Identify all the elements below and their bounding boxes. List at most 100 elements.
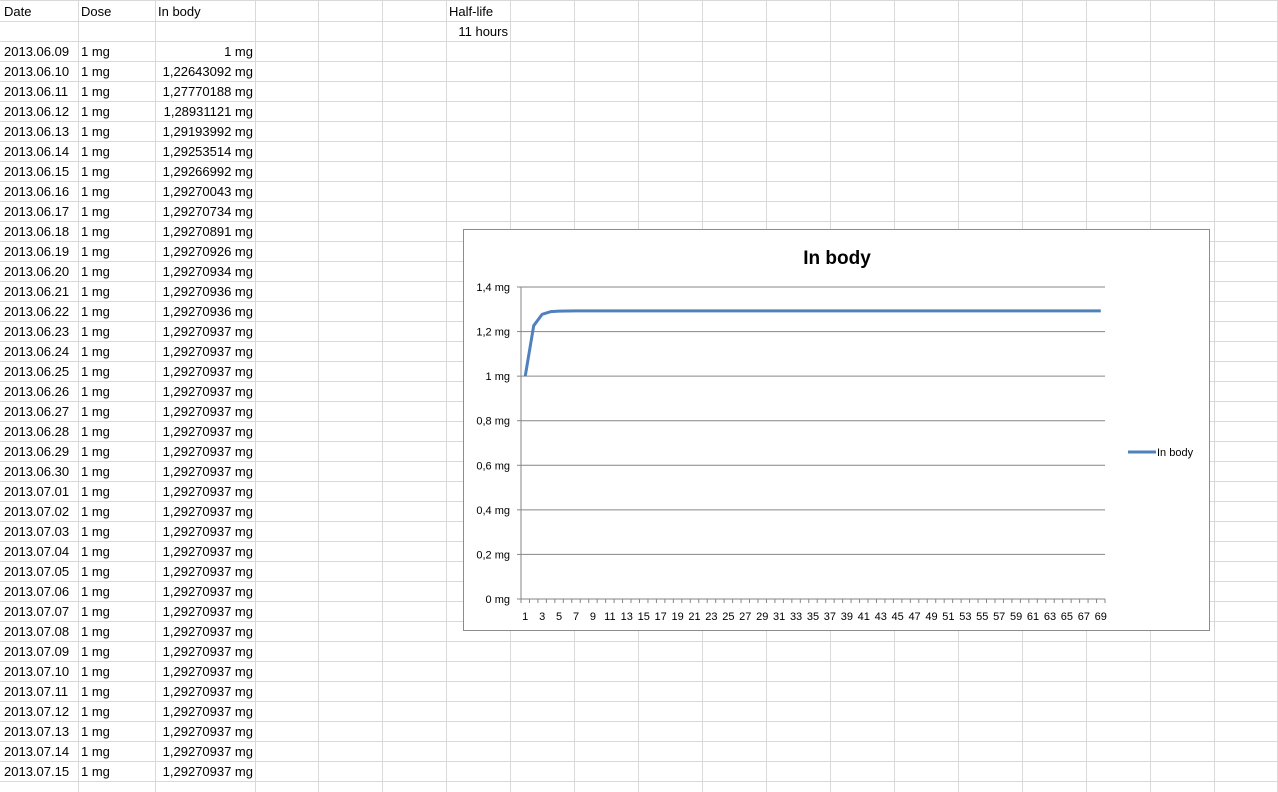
in-body-cell[interactable]: 1,29270937 mg bbox=[155, 582, 253, 602]
in-body-cell[interactable]: 1,29270937 mg bbox=[155, 482, 253, 502]
in-body-cell[interactable]: 1,29270891 mg bbox=[155, 222, 253, 242]
dose-cell[interactable]: 1 mg bbox=[81, 122, 153, 142]
date-cell[interactable]: 2013.06.27 bbox=[4, 402, 76, 422]
date-cell[interactable]: 2013.06.09 bbox=[4, 42, 76, 62]
in-body-chart[interactable]: In body 0 mg 0,2 mg 0,4 mg 0,6 mg 0,8 mg 1 mg… bbox=[463, 229, 1210, 631]
date-cell[interactable]: 2013.07.14 bbox=[4, 742, 76, 762]
dose-cell[interactable]: 1 mg bbox=[81, 302, 153, 322]
date-cell[interactable]: 2013.06.28 bbox=[4, 422, 76, 442]
in-body-cell[interactable]: 1,29270937 mg bbox=[155, 402, 253, 422]
dose-cell[interactable]: 1 mg bbox=[81, 62, 153, 82]
dose-cell[interactable]: 1 mg bbox=[81, 402, 153, 422]
dose-cell[interactable]: 1 mg bbox=[81, 342, 153, 362]
dose-cell[interactable]: 1 mg bbox=[81, 182, 153, 202]
dose-cell[interactable]: 1 mg bbox=[81, 762, 153, 782]
dose-cell[interactable]: 1 mg bbox=[81, 242, 153, 262]
dose-cell[interactable]: 1 mg bbox=[81, 282, 153, 302]
header-half-life-cell[interactable]: Half-life bbox=[449, 2, 509, 22]
date-cell[interactable]: 2013.07.10 bbox=[4, 662, 76, 682]
in-body-cell[interactable]: 1,29253514 mg bbox=[155, 142, 253, 162]
in-body-cell[interactable]: 1 mg bbox=[155, 42, 253, 62]
dose-cell[interactable]: 1 mg bbox=[81, 542, 153, 562]
in-body-cell[interactable]: 1,29270937 mg bbox=[155, 622, 253, 642]
date-cell[interactable]: 2013.07.07 bbox=[4, 602, 76, 622]
header-date-cell[interactable]: Date bbox=[4, 2, 76, 22]
date-cell[interactable]: 2013.06.16 bbox=[4, 182, 76, 202]
date-cell[interactable]: 2013.06.25 bbox=[4, 362, 76, 382]
dose-cell[interactable]: 1 mg bbox=[81, 502, 153, 522]
in-body-cell[interactable]: 1,29270937 mg bbox=[155, 342, 253, 362]
dose-cell[interactable]: 1 mg bbox=[81, 142, 153, 162]
in-body-cell[interactable]: 1,29270937 mg bbox=[155, 742, 253, 762]
date-cell[interactable]: 2013.06.19 bbox=[4, 242, 76, 262]
dose-cell[interactable]: 1 mg bbox=[81, 422, 153, 442]
in-body-cell[interactable]: 1,29270937 mg bbox=[155, 642, 253, 662]
in-body-cell[interactable]: 1,22643092 mg bbox=[155, 62, 253, 82]
in-body-cell[interactable]: 1,29270734 mg bbox=[155, 202, 253, 222]
date-cell[interactable]: 2013.07.02 bbox=[4, 502, 76, 522]
date-cell[interactable]: 2013.07.09 bbox=[4, 642, 76, 662]
dose-cell[interactable]: 1 mg bbox=[81, 562, 153, 582]
spreadsheet-grid[interactable]: Date Dose In body Half-life 11 hours 201… bbox=[0, 0, 1278, 792]
dose-cell[interactable]: 1 mg bbox=[81, 662, 153, 682]
date-cell[interactable]: 2013.06.20 bbox=[4, 262, 76, 282]
in-body-cell[interactable]: 1,29270936 mg bbox=[155, 302, 253, 322]
in-body-cell[interactable]: 1,29270937 mg bbox=[155, 762, 253, 782]
date-cell[interactable]: 2013.06.10 bbox=[4, 62, 76, 82]
in-body-cell[interactable]: 1,29270937 mg bbox=[155, 602, 253, 622]
dose-cell[interactable]: 1 mg bbox=[81, 482, 153, 502]
date-cell[interactable]: 2013.06.15 bbox=[4, 162, 76, 182]
in-body-cell[interactable]: 1,29270937 mg bbox=[155, 462, 253, 482]
in-body-cell[interactable]: 1,29270937 mg bbox=[155, 322, 253, 342]
date-cell[interactable]: 2013.06.11 bbox=[4, 82, 76, 102]
date-cell[interactable]: 2013.06.30 bbox=[4, 462, 76, 482]
in-body-cell[interactable]: 1,29270926 mg bbox=[155, 242, 253, 262]
in-body-cell[interactable]: 1,29270937 mg bbox=[155, 522, 253, 542]
half-life-value-cell[interactable]: 11 hours bbox=[446, 22, 508, 42]
date-cell[interactable]: 2013.06.24 bbox=[4, 342, 76, 362]
in-body-cell[interactable]: 1,29270937 mg bbox=[155, 542, 253, 562]
dose-cell[interactable]: 1 mg bbox=[81, 262, 153, 282]
dose-cell[interactable]: 1 mg bbox=[81, 162, 153, 182]
in-body-cell[interactable]: 1,29270937 mg bbox=[155, 662, 253, 682]
date-cell[interactable]: 2013.07.08 bbox=[4, 622, 76, 642]
in-body-cell[interactable]: 1,29270937 mg bbox=[155, 702, 253, 722]
header-dose-cell[interactable]: Dose bbox=[81, 2, 153, 22]
in-body-cell[interactable]: 1,27770188 mg bbox=[155, 82, 253, 102]
dose-cell[interactable]: 1 mg bbox=[81, 742, 153, 762]
date-cell[interactable]: 2013.06.13 bbox=[4, 122, 76, 142]
dose-cell[interactable]: 1 mg bbox=[81, 602, 153, 622]
dose-cell[interactable]: 1 mg bbox=[81, 382, 153, 402]
dose-cell[interactable]: 1 mg bbox=[81, 102, 153, 122]
in-body-cell[interactable]: 1,29270934 mg bbox=[155, 262, 253, 282]
in-body-cell[interactable]: 1,29270937 mg bbox=[155, 502, 253, 522]
date-cell[interactable]: 2013.06.26 bbox=[4, 382, 76, 402]
dose-cell[interactable]: 1 mg bbox=[81, 362, 153, 382]
dose-cell[interactable]: 1 mg bbox=[81, 202, 153, 222]
dose-cell[interactable]: 1 mg bbox=[81, 82, 153, 102]
date-cell[interactable]: 2013.07.03 bbox=[4, 522, 76, 542]
in-body-cell[interactable]: 1,29193992 mg bbox=[155, 122, 253, 142]
chart-legend[interactable]: In body bbox=[1128, 447, 1194, 459]
date-cell[interactable]: 2013.06.29 bbox=[4, 442, 76, 462]
in-body-cell[interactable]: 1,29270937 mg bbox=[155, 422, 253, 442]
dose-cell[interactable]: 1 mg bbox=[81, 522, 153, 542]
header-in-body-cell[interactable]: In body bbox=[158, 2, 253, 22]
dose-cell[interactable]: 1 mg bbox=[81, 722, 153, 742]
dose-cell[interactable]: 1 mg bbox=[81, 42, 153, 62]
date-cell[interactable]: 2013.07.15 bbox=[4, 762, 76, 782]
date-cell[interactable]: 2013.07.13 bbox=[4, 722, 76, 742]
dose-cell[interactable]: 1 mg bbox=[81, 702, 153, 722]
in-body-cell[interactable]: 1,28931121 mg bbox=[155, 102, 253, 122]
in-body-cell[interactable]: 1,29270937 mg bbox=[155, 442, 253, 462]
in-body-cell[interactable]: 1,29270937 mg bbox=[155, 682, 253, 702]
in-body-cell[interactable]: 1,29270043 mg bbox=[155, 182, 253, 202]
dose-cell[interactable]: 1 mg bbox=[81, 642, 153, 662]
dose-cell[interactable]: 1 mg bbox=[81, 322, 153, 342]
date-cell[interactable]: 2013.06.14 bbox=[4, 142, 76, 162]
date-cell[interactable]: 2013.06.18 bbox=[4, 222, 76, 242]
date-cell[interactable]: 2013.07.01 bbox=[4, 482, 76, 502]
date-cell[interactable]: 2013.06.22 bbox=[4, 302, 76, 322]
date-cell[interactable]: 2013.06.12 bbox=[4, 102, 76, 122]
in-body-cell[interactable]: 1,29270937 mg bbox=[155, 562, 253, 582]
